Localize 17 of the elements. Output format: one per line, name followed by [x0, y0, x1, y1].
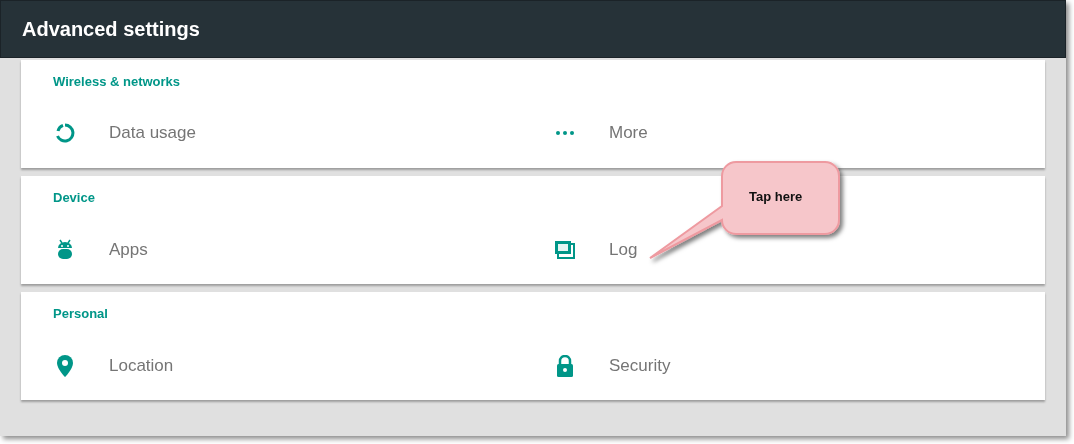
android-icon: [57, 239, 73, 261]
section-title: Device: [53, 190, 95, 205]
more-icon: [556, 131, 574, 135]
settings-item[interactable]: Location: [109, 356, 174, 376]
section-title: Wireless & networks: [53, 74, 181, 89]
settings-item[interactable]: Log: [609, 240, 638, 260]
callout-text: Tap here: [749, 189, 803, 204]
location-icon: [57, 355, 73, 377]
section-title: Personal: [53, 306, 108, 321]
settings-item[interactable]: Security: [609, 356, 671, 376]
settings-item[interactable]: More: [609, 123, 648, 143]
log-icon: [554, 240, 576, 260]
ring-icon: [55, 123, 75, 143]
settings-item[interactable]: Apps: [109, 240, 148, 260]
screen-title: Advanced settings: [22, 17, 200, 41]
lock-icon: [556, 355, 574, 377]
settings-item[interactable]: Data usage: [109, 123, 196, 143]
